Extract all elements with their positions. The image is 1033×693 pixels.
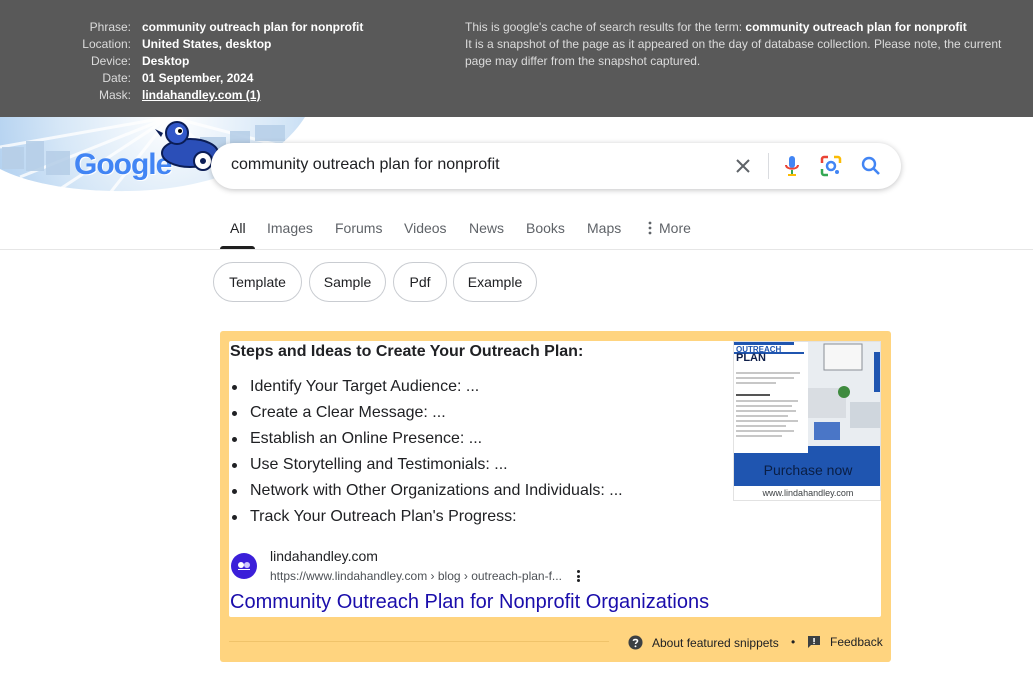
- tab-more-label: More: [659, 220, 691, 236]
- cache-note-prefix: This is google's cache of search results…: [465, 20, 746, 34]
- list-item-text: Create a Clear Message: ...: [250, 404, 446, 421]
- meta-value: Desktop: [142, 54, 190, 68]
- tab-more[interactable]: More: [647, 220, 691, 236]
- thumbnail-heading-line2: PLAN: [736, 352, 766, 364]
- feedback-icon: [808, 636, 820, 648]
- meta-value: United States, desktop: [142, 37, 272, 51]
- list-item: Network with Other Organizations and Ind…: [232, 478, 623, 504]
- list-item-text: Use Storytelling and Testimonials: ...: [250, 456, 508, 473]
- active-tab-indicator: [220, 246, 255, 249]
- tab-news[interactable]: News: [469, 220, 504, 236]
- help-icon: [628, 635, 643, 650]
- chip-sample[interactable]: Sample: [309, 262, 386, 302]
- cache-header: Phrase: community outreach plan for nonp…: [0, 0, 1033, 117]
- result-title-link[interactable]: Community Outreach Plan for Nonprofit Or…: [230, 591, 709, 614]
- meta-row-phrase: Phrase: community outreach plan for nonp…: [0, 19, 364, 36]
- meta-row-location: Location: United States, desktop: [0, 36, 363, 53]
- list-item: Create a Clear Message: ...: [232, 400, 623, 426]
- meta-row-device: Device: Desktop: [0, 53, 363, 70]
- bullet: [232, 410, 237, 416]
- search-divider: [768, 153, 769, 179]
- list-item-text: Establish an Online Presence: ...: [250, 430, 483, 447]
- separator-dot: •: [791, 635, 796, 649]
- snippet-list: Identify Your Target Audience: ... Creat…: [232, 374, 623, 530]
- snippet-thumbnail[interactable]: OUTREACH PLAN Purchase now www.lindahand…: [733, 341, 881, 501]
- bullet: [232, 436, 237, 442]
- thumbnail-caption: www.lindahandley.com: [762, 488, 854, 498]
- list-item: Use Storytelling and Testimonials: ...: [232, 452, 623, 478]
- site-url[interactable]: https://www.lindahandley.com › blog › ou…: [270, 569, 562, 583]
- bullet: [232, 514, 237, 520]
- close-icon[interactable]: [731, 154, 755, 178]
- bullet: [232, 384, 237, 390]
- favicon-icon: [238, 562, 250, 570]
- search-tabs: All Images Forums Videos News Books Maps…: [0, 210, 1033, 250]
- tab-forums[interactable]: Forums: [335, 220, 382, 236]
- search-icon[interactable]: [859, 154, 883, 178]
- snippet-divider: [229, 641, 609, 642]
- tab-videos[interactable]: Videos: [404, 220, 447, 236]
- cache-note-term: community outreach plan for nonprofit: [745, 20, 967, 34]
- tab-all[interactable]: All: [230, 220, 246, 236]
- list-item: Establish an Online Presence: ...: [232, 426, 623, 452]
- tab-books[interactable]: Books: [526, 220, 565, 236]
- lens-icon[interactable]: [819, 154, 843, 178]
- bullet: [232, 462, 237, 468]
- microphone-icon[interactable]: [780, 154, 804, 178]
- more-options-icon[interactable]: [573, 569, 583, 583]
- list-item-text: Track Your Outreach Plan's Progress:: [250, 508, 517, 525]
- tab-maps[interactable]: Maps: [587, 220, 621, 236]
- meta-row-mask: Mask: lindahandley.com (1): [0, 87, 363, 104]
- mask-link[interactable]: lindahandley.com (1): [142, 87, 260, 104]
- purchase-now-button[interactable]: Purchase now: [734, 453, 880, 486]
- about-featured-snippets[interactable]: About featured snippets: [628, 635, 779, 650]
- meta-row-date: Date: 01 September, 2024: [0, 70, 363, 87]
- meta-key: Device:: [90, 54, 131, 68]
- cache-note-rest: It is a snapshot of the page as it appea…: [465, 37, 1002, 68]
- meta-key: Date:: [102, 71, 131, 85]
- thumbnail-heading: OUTREACH PLAN: [736, 345, 781, 364]
- chip-template[interactable]: Template: [213, 262, 302, 302]
- bullet: [232, 488, 237, 494]
- chip-example[interactable]: Example: [453, 262, 537, 302]
- list-item: Identify Your Target Audience: ...: [232, 374, 623, 400]
- meta-value: community outreach plan for nonprofit: [142, 20, 364, 34]
- list-item: Track Your Outreach Plan's Progress:: [232, 504, 623, 530]
- snippet-title: Steps and Ideas to Create Your Outreach …: [230, 343, 584, 360]
- search-box[interactable]: community outreach plan for nonprofit: [211, 143, 901, 189]
- chip-pdf[interactable]: Pdf: [393, 262, 447, 302]
- meta-key: Phrase:: [89, 20, 131, 34]
- list-item-text: Network with Other Organizations and Ind…: [250, 482, 623, 499]
- tab-images[interactable]: Images: [267, 220, 313, 236]
- more-vert-icon: [648, 221, 652, 235]
- search-input[interactable]: community outreach plan for nonprofit: [231, 156, 500, 174]
- site-name[interactable]: lindahandley.com: [270, 548, 378, 564]
- about-label: About featured snippets: [652, 635, 779, 650]
- meta-value: 01 September, 2024: [142, 71, 254, 85]
- feedback-label: Feedback: [830, 635, 883, 649]
- cache-meta: Phrase: community outreach plan for nonp…: [0, 19, 363, 104]
- meta-key: Location:: [82, 37, 131, 51]
- site-favicon[interactable]: [231, 553, 257, 579]
- meta-key: Mask:: [98, 88, 131, 102]
- cache-note: This is google's cache of search results…: [465, 19, 1025, 70]
- feedback-link[interactable]: Feedback: [807, 635, 883, 649]
- list-item-text: Identify Your Target Audience: ...: [250, 378, 480, 395]
